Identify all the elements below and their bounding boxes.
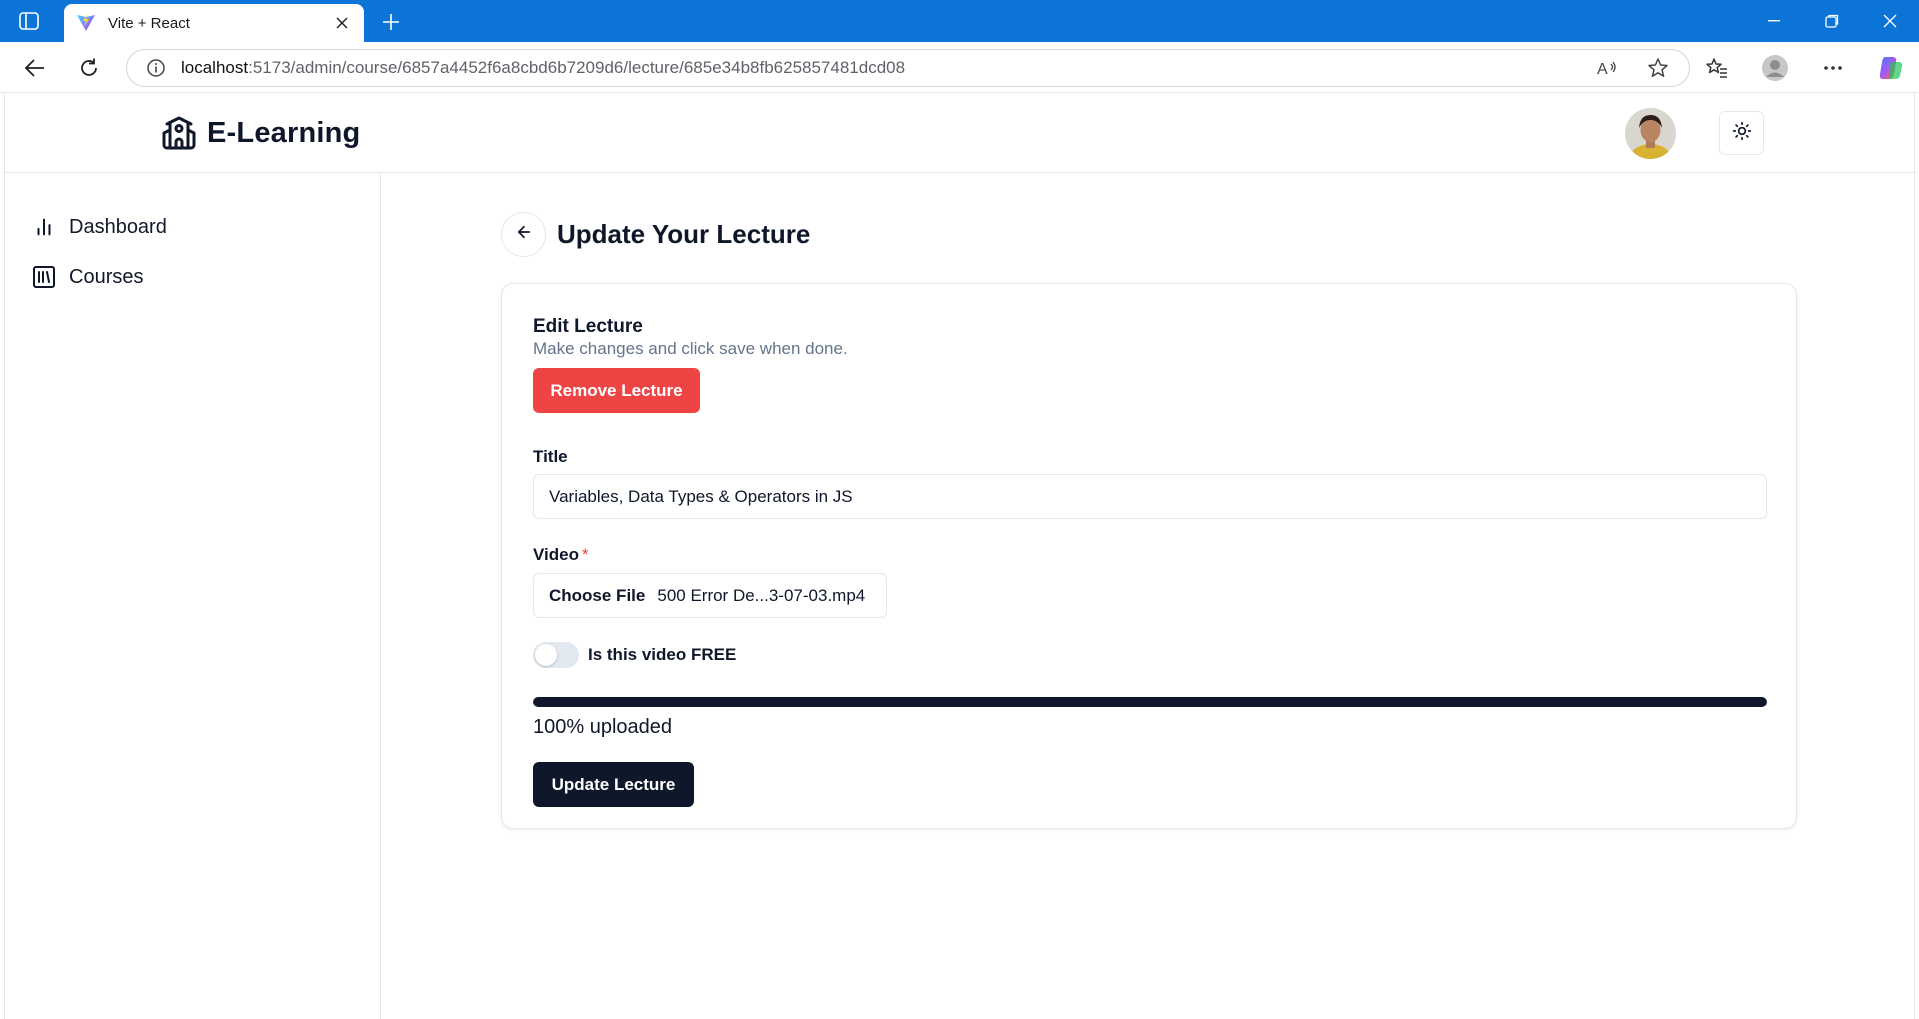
- info-icon[interactable]: [145, 57, 167, 79]
- brand-name: E-Learning: [207, 116, 361, 149]
- school-icon: [161, 115, 197, 151]
- sidebar-item-courses[interactable]: Courses: [32, 263, 380, 291]
- refresh-icon[interactable]: [72, 51, 106, 85]
- library-icon: [32, 265, 56, 289]
- choose-file-button[interactable]: Choose File: [549, 586, 645, 606]
- main-content: Update Your Lecture Edit Lecture Make ch…: [381, 173, 1916, 1019]
- url-field[interactable]: localhost:5173/admin/course/6857a4452f6a…: [126, 49, 1690, 87]
- sidebar-item-dashboard[interactable]: Dashboard: [32, 213, 380, 241]
- browser-tab[interactable]: Vite + React: [64, 4, 364, 42]
- address-bar: localhost:5173/admin/course/6857a4452f6a…: [0, 42, 1919, 93]
- free-video-row: Is this video FREE: [533, 642, 736, 668]
- remove-lecture-button[interactable]: Remove Lecture: [533, 368, 700, 413]
- free-video-switch[interactable]: [533, 642, 579, 668]
- back-arrow-icon[interactable]: [18, 51, 52, 85]
- svg-text:A: A: [1597, 61, 1608, 78]
- tab-title: Vite + React: [108, 14, 190, 32]
- favorites-icon[interactable]: [1700, 51, 1734, 85]
- page-title: Update Your Lecture: [557, 219, 811, 249]
- card-title: Edit Lecture: [533, 316, 643, 337]
- edit-lecture-card: Edit Lecture Make changes and click save…: [501, 283, 1797, 829]
- sidebar-item-label: Courses: [69, 265, 144, 288]
- browser-titlebar: Vite + React: [0, 0, 1919, 42]
- back-button[interactable]: [501, 212, 546, 257]
- app-header: E-Learning: [5, 93, 1916, 173]
- video-label: Video *: [533, 545, 589, 564]
- upload-progress-fill: [533, 697, 1767, 707]
- theme-toggle-button[interactable]: [1719, 111, 1764, 155]
- avatar[interactable]: [1625, 108, 1676, 159]
- arrow-left-icon: [515, 223, 533, 246]
- minimize-icon[interactable]: [1745, 0, 1803, 42]
- more-options-icon[interactable]: [1816, 51, 1850, 85]
- window-controls: [1745, 0, 1919, 42]
- restore-icon[interactable]: [1803, 0, 1861, 42]
- card-description: Make changes and click save when done.: [533, 339, 848, 358]
- free-video-label: Is this video FREE: [588, 645, 737, 664]
- title-input[interactable]: [533, 474, 1767, 519]
- vite-icon: [76, 13, 98, 33]
- sun-icon: [1732, 121, 1752, 146]
- copilot-icon[interactable]: [1874, 51, 1908, 85]
- required-asterisk: *: [581, 545, 589, 564]
- upload-progress-text: 100% uploaded: [533, 716, 673, 738]
- upload-progress-bar: [533, 697, 1767, 707]
- app-root: E-Learning Dashboard Courses Update Your…: [4, 93, 1916, 1019]
- new-tab-icon[interactable]: [378, 9, 404, 35]
- bar-chart-icon: [32, 215, 56, 239]
- sidebar: Dashboard Courses: [5, 173, 381, 1019]
- url-text: localhost:5173/admin/course/6857a4452f6a…: [181, 58, 906, 77]
- update-lecture-button[interactable]: Update Lecture: [533, 762, 694, 807]
- video-file-input[interactable]: Choose File 500 Error De...3-07-03.mp4: [533, 573, 887, 618]
- switch-knob: [535, 644, 557, 666]
- read-aloud-icon[interactable]: A: [1595, 55, 1621, 81]
- browser-toolbar: [1700, 51, 1908, 85]
- favorite-star-icon[interactable]: [1645, 55, 1671, 81]
- profile-icon[interactable]: [1758, 51, 1792, 85]
- sidebar-toggle-icon[interactable]: [18, 11, 40, 31]
- brand-logo[interactable]: E-Learning: [161, 115, 360, 151]
- title-label: Title: [533, 447, 568, 466]
- page-header: Update Your Lecture: [501, 212, 810, 257]
- file-name: 500 Error De...3-07-03.mp4: [657, 585, 866, 605]
- window-close-icon[interactable]: [1861, 0, 1919, 42]
- sidebar-item-label: Dashboard: [69, 215, 167, 238]
- close-icon[interactable]: [332, 13, 352, 33]
